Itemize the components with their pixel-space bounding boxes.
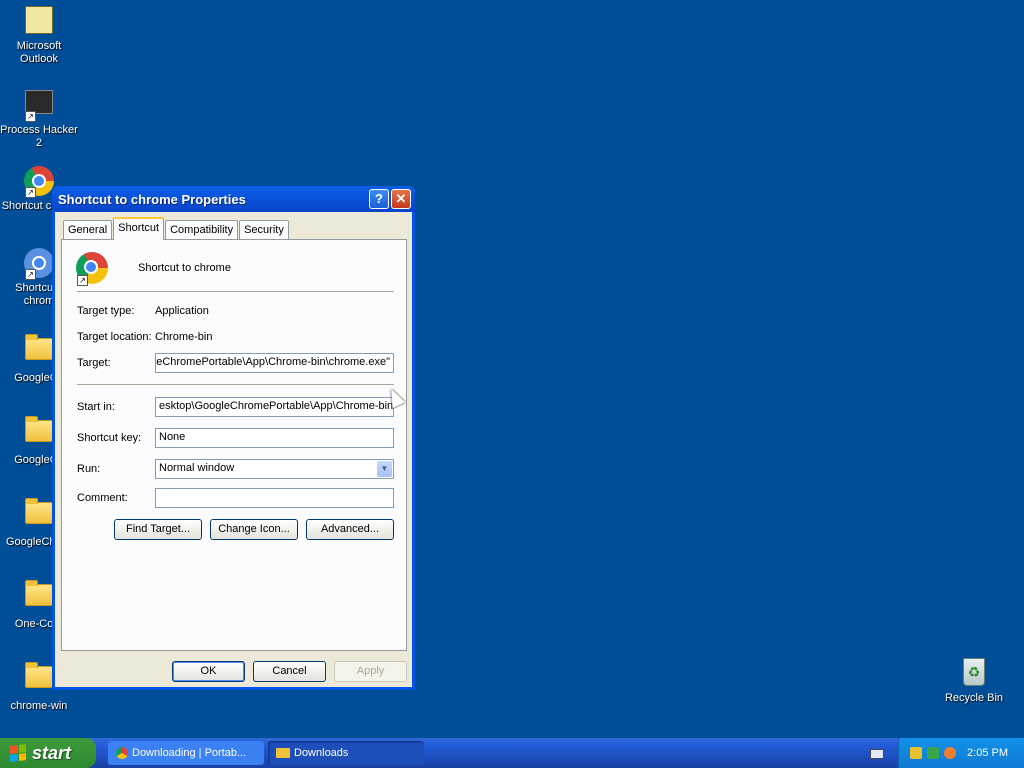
- taskbar-item-label: Downloads: [294, 747, 349, 759]
- target-type-label: Target type:: [77, 305, 135, 317]
- clock[interactable]: 2:05 PM: [967, 747, 1008, 759]
- taskbar-item-label: Downloading | Portab...: [132, 747, 247, 759]
- keyboard-icon[interactable]: [870, 749, 884, 759]
- window-titlebar[interactable]: Shortcut to chrome Properties ? ✕: [52, 186, 415, 212]
- run-select-value: Normal window: [159, 462, 235, 474]
- desktop-icon-outlook[interactable]: Microsoft Outlook: [0, 4, 78, 66]
- tab-general[interactable]: General: [63, 220, 113, 239]
- folder-icon: [23, 662, 55, 698]
- chevron-down-icon[interactable]: ▼: [377, 461, 392, 477]
- find-target-button[interactable]: Find Target...: [114, 519, 202, 540]
- target-input[interactable]: gleChromePortable\App\Chrome-bin\chrome.…: [155, 353, 394, 373]
- shield-icon[interactable]: [910, 747, 923, 759]
- recycle-bin-icon: ♻: [958, 658, 990, 690]
- desktop-icon-label: chrome-win: [10, 700, 68, 712]
- close-button[interactable]: ✕: [391, 189, 411, 210]
- network-icon[interactable]: [927, 747, 940, 759]
- taskbar-item-downloads[interactable]: Downloads: [268, 741, 424, 765]
- help-button[interactable]: ?: [369, 188, 389, 209]
- chrome-icon: ↗: [23, 248, 55, 280]
- tab-security[interactable]: Security: [239, 220, 289, 239]
- cancel-button[interactable]: Cancel: [253, 661, 326, 682]
- tab-compatibility[interactable]: Compatibility: [165, 220, 239, 239]
- desktop-icon-label: Microsoft Outlook: [16, 40, 62, 65]
- window-title: Shortcut to chrome Properties: [58, 191, 246, 207]
- chrome-icon: ↗: [23, 166, 55, 198]
- run-label: Run:: [77, 463, 101, 475]
- target-type-value: Application: [155, 305, 209, 317]
- change-icon-button[interactable]: Change Icon...: [210, 519, 298, 540]
- desktop-icon-label: Process Hacker 2: [0, 124, 78, 149]
- tab-shortcut[interactable]: Shortcut: [113, 217, 165, 240]
- advanced-button[interactable]: Advanced...: [306, 519, 394, 540]
- process-hacker-icon: ↗: [23, 90, 55, 122]
- window-body: General Shortcut Compatibility Security …: [55, 212, 412, 687]
- folder-icon: [23, 580, 55, 616]
- tab-strip: General Shortcut Compatibility Security: [63, 217, 290, 240]
- divider: [77, 291, 394, 292]
- shortcut-name: Shortcut to chrome: [138, 262, 231, 274]
- chrome-icon: [116, 747, 128, 759]
- target-location-label: Target location:: [77, 331, 152, 343]
- target-location-value: Chrome-bin: [155, 331, 213, 343]
- divider: [77, 384, 394, 385]
- comment-input[interactable]: [155, 488, 394, 508]
- start-label: start: [32, 742, 72, 763]
- run-select[interactable]: Normal window ▼: [155, 459, 394, 479]
- start-in-label: Start in:: [77, 401, 115, 413]
- taskbar: start Downloading | Portab... Downloads …: [0, 738, 1024, 768]
- windows-logo-icon: [10, 744, 26, 762]
- ok-button[interactable]: OK: [172, 661, 245, 682]
- comment-label: Comment:: [77, 492, 128, 504]
- target-input-text: gleChromePortable\App\Chrome-bin\chrome.…: [155, 356, 390, 368]
- target-label: Target:: [77, 357, 111, 369]
- folder-icon: [23, 416, 55, 452]
- shortcut-panel: ↗ Shortcut to chrome Target type: Applic…: [61, 239, 407, 651]
- outlook-icon: [23, 6, 55, 38]
- folder-icon: [23, 334, 55, 370]
- shortcut-key-input[interactable]: None: [155, 428, 394, 448]
- shortcut-key-label: Shortcut key:: [77, 432, 142, 444]
- chrome-icon: ↗: [75, 252, 109, 286]
- start-in-input[interactable]: esktop\GoogleChromePortable\App\Chrome-b…: [155, 397, 394, 417]
- desktop-icon-recycle-bin[interactable]: ♻ Recycle Bin: [935, 656, 1013, 705]
- properties-window: Shortcut to chrome Properties ? ✕ General…: [52, 186, 415, 690]
- taskbar-item-browser[interactable]: Downloading | Portab...: [108, 741, 264, 765]
- apply-button[interactable]: Apply: [334, 661, 407, 682]
- search-icon[interactable]: [944, 747, 957, 759]
- system-tray: 2:05 PM: [898, 738, 1024, 768]
- folder-icon: [23, 498, 55, 534]
- desktop-icon-label: Recycle Bin: [944, 692, 1004, 704]
- start-button[interactable]: start: [0, 738, 96, 768]
- desktop-icon-process-hacker[interactable]: ↗ Process Hacker 2: [0, 86, 78, 150]
- folder-icon: [276, 748, 290, 758]
